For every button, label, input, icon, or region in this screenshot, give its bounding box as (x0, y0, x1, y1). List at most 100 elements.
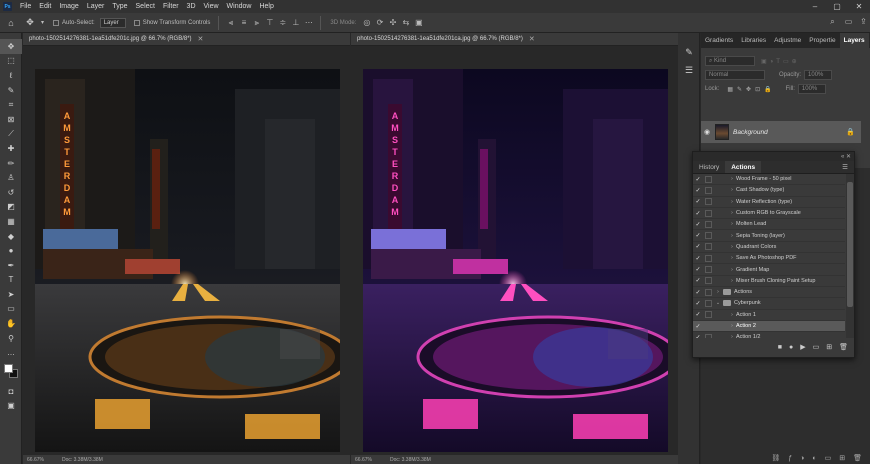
tab-libraries[interactable]: Libraries (737, 33, 770, 48)
chevron-right-icon[interactable]: › (728, 255, 736, 261)
delete-layer-icon[interactable]: 🗑 (853, 454, 862, 462)
action-toggle-check-icon[interactable]: ✓ (693, 266, 703, 273)
menu-file[interactable]: File (16, 3, 35, 10)
menu-select[interactable]: Select (132, 3, 159, 10)
share-icon[interactable]: ⇪ (858, 16, 869, 27)
menu-type[interactable]: Type (108, 3, 131, 10)
chevron-right-icon[interactable]: › (728, 323, 736, 329)
new-action-icon[interactable]: ⊞ (826, 343, 832, 351)
menu-view[interactable]: View (200, 3, 223, 10)
show-transform-checkbox[interactable] (133, 19, 140, 26)
close-tab-icon[interactable]: ✕ (198, 35, 204, 43)
tab-history[interactable]: History (693, 161, 725, 173)
chevron-right-icon[interactable]: › (728, 278, 736, 284)
action-toggle-check-icon[interactable]: ✓ (693, 255, 703, 262)
tool-preset-chevron-icon[interactable]: ▾ (41, 19, 44, 26)
action-set-row[interactable]: ✓ › Actions (693, 287, 845, 299)
chevron-right-icon[interactable]: › (714, 289, 722, 295)
mask-icon[interactable]: ◑ (800, 455, 804, 462)
link-layers-icon[interactable]: ⛓ (771, 454, 780, 462)
close-panel-icon[interactable]: ✕ (846, 153, 851, 160)
dialog-toggle-box[interactable] (705, 232, 712, 240)
action-toggle-check-icon[interactable]: ✓ (693, 323, 703, 330)
action-toggle-check-icon[interactable]: ✓ (693, 311, 703, 318)
tab-gradients[interactable]: Gradients (701, 33, 737, 48)
dock-grip[interactable] (678, 33, 699, 43)
pen-tool-icon[interactable]: ✒ (0, 258, 22, 273)
healing-tool-icon[interactable]: ✚ (0, 141, 22, 156)
action-row[interactable]: ✓ › Quadrant Colors (693, 242, 845, 254)
zoom-tool-icon[interactable]: ⚲ (0, 331, 22, 346)
workspace-icon[interactable]: ▭ (843, 16, 854, 27)
zoom-readout[interactable]: 66.67% (355, 457, 372, 463)
new-layer-icon[interactable]: ⊞ (839, 454, 845, 462)
dialog-toggle-box[interactable] (705, 186, 712, 194)
action-row[interactable]: ✓ › Custom RGB to Grayscale (693, 208, 845, 220)
menu-3d[interactable]: 3D (183, 3, 200, 10)
crop-tool-icon[interactable]: ⌗ (0, 97, 22, 112)
panel-menu-icon[interactable]: ☰ (836, 161, 854, 173)
fill-field[interactable]: 100% (797, 84, 826, 94)
tab-actions[interactable]: Actions (725, 161, 762, 173)
dialog-toggle-box[interactable] (705, 254, 712, 262)
3d-slide-icon[interactable]: ⇆ (400, 17, 411, 28)
action-toggle-check-icon[interactable]: ✓ (693, 210, 703, 217)
foreground-color-swatch[interactable] (4, 364, 13, 374)
type-tool-icon[interactable]: T (0, 273, 22, 288)
action-row[interactable]: ✓ › Cast Shadow (type) (693, 185, 845, 197)
close-window-button[interactable]: ✕ (848, 0, 870, 13)
action-row[interactable]: ✓ › Sepia Toning (layer) (693, 230, 845, 242)
layer-background-row[interactable]: ◉ Background 🔒 (701, 121, 861, 143)
delete-icon[interactable]: 🗑 (839, 343, 848, 351)
dialog-toggle-box[interactable] (705, 311, 712, 319)
eye-icon[interactable]: ◉ (701, 128, 713, 136)
scrollbar-thumb[interactable] (847, 182, 853, 307)
maximize-button[interactable]: ▢ (826, 0, 848, 13)
dialog-toggle-box[interactable] (705, 243, 712, 251)
chevron-down-icon[interactable]: ⌄ (714, 300, 722, 306)
canvas-2[interactable]: A M S T E R D A M (363, 69, 668, 452)
chevron-right-icon[interactable]: › (728, 233, 736, 239)
dialog-toggle-box[interactable] (705, 220, 712, 228)
dodge-tool-icon[interactable]: ● (0, 243, 22, 258)
dialog-toggle-box[interactable] (705, 198, 712, 206)
home-icon[interactable]: ⌂ (3, 16, 19, 30)
close-tab-icon[interactable]: ✕ (529, 35, 535, 43)
folder-icon[interactable]: ▭ (813, 343, 820, 351)
quick-select-tool-icon[interactable]: ✎ (0, 83, 22, 98)
chevron-right-icon[interactable]: › (728, 176, 736, 182)
menu-window[interactable]: Window (223, 3, 256, 10)
menu-image[interactable]: Image (55, 3, 82, 10)
dialog-toggle-box[interactable] (705, 175, 712, 183)
group-icon[interactable]: ▭ (825, 454, 832, 462)
hand-tool-icon[interactable]: ✋ (0, 316, 22, 331)
play-icon[interactable]: ▶ (800, 343, 805, 351)
menu-edit[interactable]: Edit (35, 3, 55, 10)
adjustments-icon[interactable]: ☰ (678, 61, 700, 79)
chevron-right-icon[interactable]: › (728, 244, 736, 250)
clone-stamp-tool-icon[interactable]: ♙ (0, 170, 22, 185)
dialog-toggle-box[interactable] (705, 299, 712, 307)
action-toggle-check-icon[interactable]: ✓ (693, 198, 703, 205)
align-left-icon[interactable]: ⫷ (225, 17, 236, 28)
tab-adjustments[interactable]: Adjustme (770, 33, 805, 48)
action-row[interactable]: ✓ › Gradient Map (693, 264, 845, 276)
action-row[interactable]: ✓ › Mixer Brush Cloning Paint Setup (693, 276, 845, 287)
action-set-row[interactable]: ✓ ⌄ Cyberpunk (693, 298, 845, 310)
blend-mode-dropdown[interactable]: Normal (705, 70, 765, 80)
marquee-tool-icon[interactable]: ⬚ (0, 54, 22, 69)
align-center-icon[interactable]: ≡ (238, 17, 249, 28)
chevron-right-icon[interactable]: › (728, 267, 736, 273)
action-toggle-check-icon[interactable]: ✓ (693, 243, 703, 250)
align-middle-icon[interactable]: ≑ (277, 17, 288, 28)
3d-orbit-icon[interactable]: ◎ (361, 17, 372, 28)
shape-tool-icon[interactable]: ▭ (0, 302, 22, 317)
minimize-button[interactable]: – (804, 0, 826, 13)
action-row[interactable]: ✓ › Molten Lead (693, 219, 845, 231)
opacity-field[interactable]: 100% (804, 70, 833, 80)
eyedropper-tool-icon[interactable]: ⟋ (0, 127, 22, 142)
3d-pan-icon[interactable]: ✣ (387, 17, 398, 28)
photoshop-logo-icon[interactable]: Ps (3, 2, 12, 11)
action-row[interactable]: ✓ › Water Reflection (type) (693, 197, 845, 208)
record-icon[interactable]: ● (789, 344, 793, 351)
